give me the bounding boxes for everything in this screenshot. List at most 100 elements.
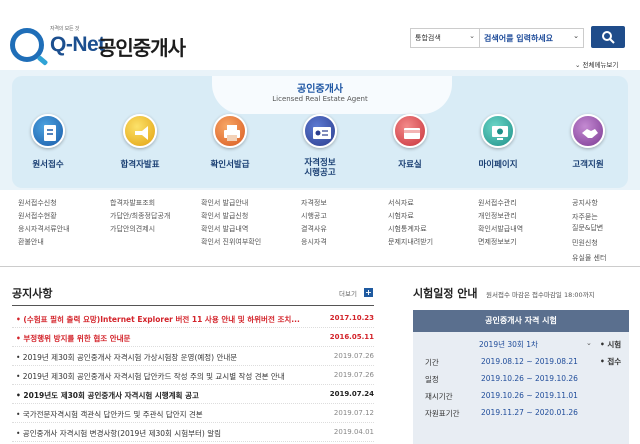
submenu-link[interactable]: 가답안의견제시: [110, 223, 170, 236]
menu-mypage[interactable]: 마이페이지: [463, 114, 533, 180]
chevron-down-icon: ⌄: [575, 61, 583, 69]
notice-item[interactable]: • 국가전문자격시험 객관식 답안카드 및 주관식 답안지 견본 2019.07…: [12, 404, 374, 423]
handshake-icon: [571, 114, 605, 148]
submenu-qualification: 자격정보 시행공고 결격사유 응시자격: [301, 197, 327, 249]
submenu-results: 합격자발표조회 가답안/최종정답공개 가답안의견제시: [110, 197, 170, 236]
notice-text[interactable]: • 부정행위 방지를 위한 협조 안내문: [16, 333, 321, 344]
search-icon: [602, 31, 615, 44]
logo-brand: Q-Net: [50, 33, 105, 56]
search-placeholder: 검색어를 입력하세요: [484, 34, 554, 43]
menu-support[interactable]: 고객지원: [553, 114, 623, 180]
menu-label: 확인서발급: [210, 160, 250, 170]
notice-item[interactable]: • 2019년 제30회 공인중개사 자격시험 답안카드 작성 주의 및 교시별…: [12, 366, 374, 385]
submenu-link[interactable]: 원서접수신청: [18, 197, 70, 210]
notice-item[interactable]: • 2019년 제30회 공인중개사 자격시험 가상시험장 운영(예정) 안내문…: [12, 347, 374, 366]
submenu-link[interactable]: 자주묻는: [572, 212, 606, 223]
submenu-link[interactable]: 개인정보관리: [478, 210, 523, 223]
notice-text[interactable]: • 2019년 제30회 공인중개사 자격시험 답안카드 작성 주의 및 교시별…: [16, 371, 321, 382]
notice-text[interactable]: • 2019년도 제30회 공인중개사 자격시험 시행계획 공고: [16, 390, 321, 401]
submenu-link[interactable]: 확인서 발급내역: [201, 223, 261, 236]
search-scope-select[interactable]: 통합검색 ⌄: [410, 28, 480, 48]
schedule-label: 일정: [425, 375, 439, 384]
round-select[interactable]: 2019년 30회 1차: [479, 339, 538, 350]
submenu-link[interactable]: 서식자료: [388, 197, 433, 210]
menu-results[interactable]: 합격자발표: [105, 114, 175, 180]
submenu-link[interactable]: 확인서 발급신청: [201, 210, 261, 223]
submenu-link[interactable]: 시행공고: [301, 210, 327, 223]
submenu-link[interactable]: 시험통계자료: [388, 223, 433, 236]
submenu-link[interactable]: 자격정보: [301, 197, 327, 210]
submenu-certificate: 확인서 발급안내 확인서 발급신청 확인서 발급내역 확인서 진위여부확인: [201, 197, 261, 249]
notice-item[interactable]: • (수험표 필히 출력 요망)Internet Explorer 버전 11 …: [12, 309, 374, 328]
printer-icon: [213, 114, 247, 148]
menu-apply[interactable]: 원서접수: [13, 114, 83, 180]
site-title: 공인중개사: [98, 36, 186, 60]
notice-list: • (수험표 필히 출력 요망)Internet Explorer 버전 11 …: [12, 309, 374, 442]
notice-date: 2019.07.12: [333, 409, 374, 417]
schedule-rows: 기간 2019.08.12 ~ 2019.08.21 일정 2019.10.26…: [425, 355, 625, 423]
schedule-label: 기간: [425, 358, 439, 367]
notice-date: 2019.04.01: [333, 428, 374, 436]
schedule-side-label: • 시험: [600, 340, 622, 349]
submenu-link[interactable]: 합격자발표조회: [110, 197, 170, 210]
notice-item[interactable]: • 2019년도 제30회 공인중개사 자격시험 시행계획 공고 2019.07…: [12, 385, 374, 404]
menu-label: 원서접수: [32, 160, 64, 170]
submenu-link[interactable]: 유실물 센터: [572, 253, 606, 264]
schedule-value: 2019.11.27 ~ 2020.01.26: [481, 408, 578, 417]
submenu-link[interactable]: 결격사유: [301, 223, 327, 236]
submenu-link[interactable]: 확인서발급내역: [478, 223, 523, 236]
schedule-row: 일정 2019.10.26 ~ 2019.10.26: [425, 372, 625, 389]
notice-item[interactable]: • 공인중개사 자격시험 변경사항(2019년 제30회 시험부터) 알림 20…: [12, 423, 374, 442]
schedule-label: 재시기간: [425, 392, 453, 401]
notice-divider: [12, 305, 374, 306]
submenu-link[interactable]: 질문&답변: [572, 223, 606, 238]
submenu-link[interactable]: 응시자격서류안내: [18, 223, 70, 236]
submenu-link[interactable]: 원서접수관리: [478, 197, 523, 210]
submenu-link[interactable]: 원서접수현황: [18, 210, 70, 223]
submenu-link[interactable]: 면제정보보기: [478, 236, 523, 249]
site-logo[interactable]: 자격의 모든 것 Q-Net 공인중개사: [10, 20, 210, 64]
notice-date: 2016.05.11: [329, 333, 374, 341]
notice-date: 2019.07.26: [333, 352, 374, 360]
submenu-support: 공지사항 자주묻는 질문&답변 민원신청 유실물 센터: [572, 197, 606, 264]
search-scope-value: 통합검색: [415, 34, 441, 42]
schedule-row: 재시기간 2019.10.26 ~ 2019.11.01: [425, 389, 625, 406]
logo-tagline: 자격의 모든 것: [50, 26, 80, 32]
all-menu-link[interactable]: ⌄ 전체메뉴보기: [575, 59, 618, 69]
menu-certificate[interactable]: 확인서발급: [195, 114, 265, 180]
submenu-link[interactable]: 확인서 진위여부확인: [201, 236, 261, 249]
chevron-down-icon[interactable]: ⌄: [586, 339, 592, 347]
chevron-down-icon: ⌄: [469, 32, 475, 40]
banner-subtitle: Licensed Real Estate Agent: [272, 95, 368, 103]
schedule-value: 2019.10.26 ~ 2019.10.26: [481, 374, 578, 383]
submenu-link[interactable]: 시험자료: [388, 210, 433, 223]
notice-item[interactable]: • 부정행위 방지를 위한 협조 안내문 2016.05.11: [12, 328, 374, 347]
schedule-label: 자원표기간: [425, 409, 460, 418]
menu-library[interactable]: 자료실: [375, 114, 445, 180]
submenu-link[interactable]: 환불안내: [18, 236, 70, 249]
submenu-link[interactable]: 응시자격: [301, 236, 327, 249]
notice-more-link[interactable]: 더보기: [339, 288, 357, 298]
schedule-note: 원서접수 마감은 접수마감일 18:00까지: [486, 291, 595, 299]
search-button[interactable]: [591, 26, 625, 48]
schedule-row: 자원표기간 2019.11.27 ~ 2020.01.26: [425, 406, 625, 423]
menu-qualification-info[interactable]: 자격정보 시행공고: [285, 114, 355, 180]
notice-text[interactable]: • 국가전문자격시험 객관식 답안카드 및 주관식 답안지 견본: [16, 409, 321, 420]
submenu-link[interactable]: 문제지내려받기: [388, 236, 433, 249]
folder-icon: [393, 114, 427, 148]
submenu-apply: 원서접수신청 원서접수현황 응시자격서류안내 환불안내: [18, 197, 70, 249]
notice-text[interactable]: • (수험표 필히 출력 요망)Internet Explorer 버전 11 …: [16, 314, 321, 325]
notice-date: 2019.07.26: [333, 371, 374, 379]
search-input[interactable]: 검색어를 입력하세요 ⌄: [480, 28, 584, 48]
submenu-link[interactable]: 민원신청: [572, 238, 606, 253]
megaphone-icon: [123, 114, 157, 148]
all-menu-label: 전체메뉴보기: [582, 61, 619, 69]
submenu-link[interactable]: 가답안/최종정답공개: [110, 210, 170, 223]
schedule-value: 2019.10.26 ~ 2019.11.01: [481, 391, 578, 400]
plus-icon[interactable]: +: [364, 288, 373, 297]
notice-text[interactable]: • 2019년 제30회 공인중개사 자격시험 가상시험장 운영(예정) 안내문: [16, 352, 321, 363]
submenu-library: 서식자료 시험자료 시험통계자료 문제지내려받기: [388, 197, 433, 249]
submenu-link[interactable]: 확인서 발급안내: [201, 197, 261, 210]
submenu-link[interactable]: 공지사항: [572, 197, 606, 212]
notice-text[interactable]: • 공인중개사 자격시험 변경사항(2019년 제30회 시험부터) 알림: [16, 428, 321, 439]
